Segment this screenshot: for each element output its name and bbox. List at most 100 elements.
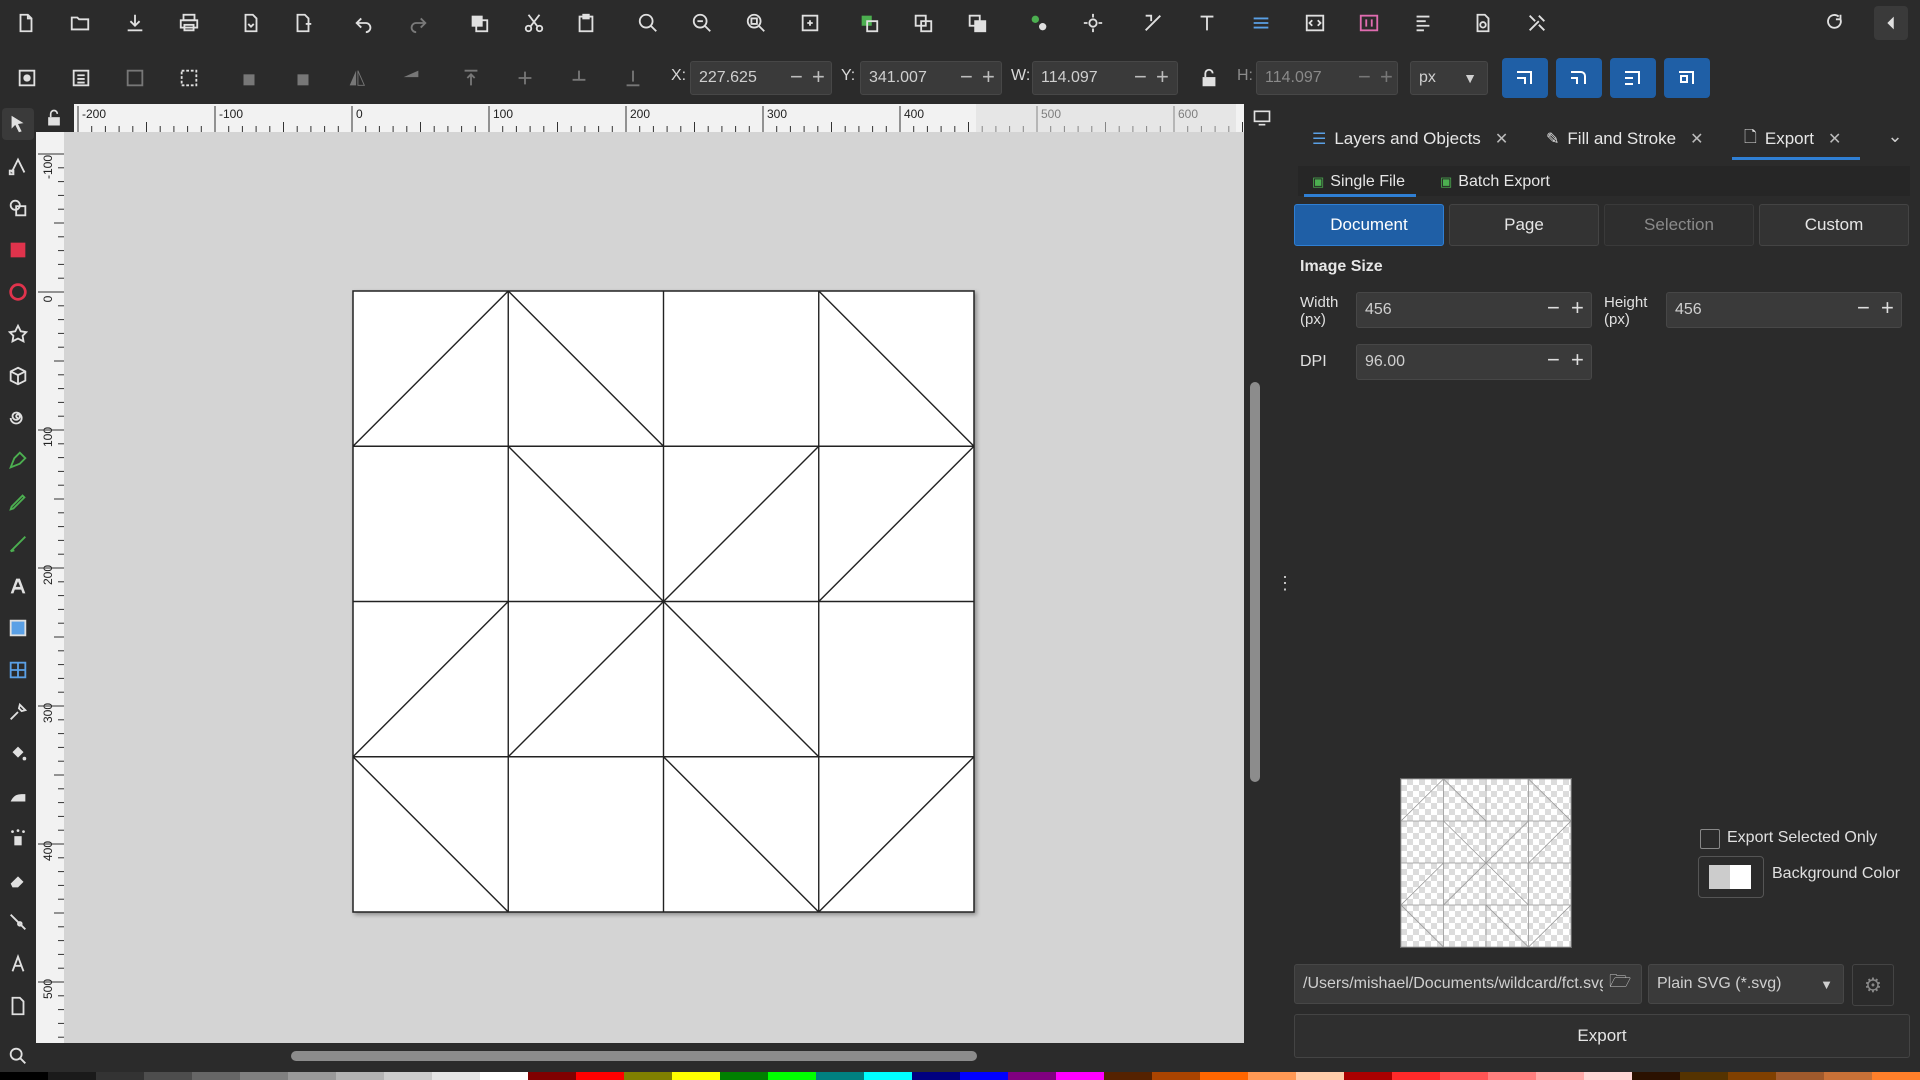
palette-swatch[interactable] <box>1104 1072 1152 1080</box>
shape-builder-icon[interactable] <box>2 192 34 224</box>
area-custom-button[interactable]: Custom <box>1759 204 1909 246</box>
selector-tool-icon[interactable] <box>2 108 34 140</box>
close-icon[interactable]: ✕ <box>1690 129 1703 149</box>
dock-resize-handle[interactable]: ⋮ <box>1276 574 1294 600</box>
spiral-tool-icon[interactable] <box>2 402 34 434</box>
open-file-icon[interactable] <box>63 6 97 40</box>
tab-export[interactable]: 🗋 Export ✕ <box>1744 118 1841 160</box>
palette-swatch[interactable] <box>240 1072 288 1080</box>
redo-icon[interactable] <box>401 6 435 40</box>
tab-fill-and-stroke[interactable]: ✎ Fill and Stroke ✕ <box>1546 118 1703 160</box>
palette-swatch[interactable] <box>1824 1072 1872 1080</box>
unit-select[interactable]: px ▼ <box>1410 61 1488 95</box>
export-selected-only-checkbox[interactable] <box>1700 829 1720 849</box>
raise-icon[interactable] <box>508 61 542 95</box>
palette-swatch[interactable] <box>1344 1072 1392 1080</box>
monitor-icon[interactable] <box>1252 108 1272 128</box>
dpi-decrement-icon[interactable]: − <box>1547 347 1560 373</box>
deselect-icon[interactable] <box>172 61 206 95</box>
palette-swatch[interactable] <box>528 1072 576 1080</box>
palette-swatch[interactable] <box>1440 1072 1488 1080</box>
zoom-fit-icon[interactable] <box>793 6 827 40</box>
pencil-tool-icon[interactable] <box>2 486 34 518</box>
height-increment-icon[interactable]: + <box>1881 295 1894 321</box>
background-color-button[interactable] <box>1698 856 1764 898</box>
document-properties-icon[interactable] <box>1466 6 1500 40</box>
palette-swatch[interactable] <box>1536 1072 1584 1080</box>
palette-swatch[interactable] <box>1584 1072 1632 1080</box>
vertical-scrollbar-thumb[interactable] <box>1250 382 1260 782</box>
scale-corners-icon[interactable] <box>1556 58 1602 98</box>
select-all-icon[interactable] <box>10 61 44 95</box>
palette-swatch[interactable] <box>864 1072 912 1080</box>
zoom-drawing-icon[interactable] <box>685 6 719 40</box>
palette-swatch[interactable] <box>1680 1072 1728 1080</box>
y-decrement-icon[interactable]: − <box>960 64 973 90</box>
subtab-batch-export[interactable]: ▣ Batch Export <box>1440 168 1550 196</box>
y-input[interactable]: 341.007 <box>860 61 1002 95</box>
symbols-icon[interactable] <box>1352 6 1386 40</box>
w-increment-icon[interactable]: + <box>1156 64 1169 90</box>
dropper-tool-icon[interactable] <box>2 696 34 728</box>
undo-icon[interactable] <box>347 6 381 40</box>
tabs-overflow-chevron-icon[interactable]: ⌄ <box>1880 126 1910 152</box>
cut-icon[interactable] <box>517 6 551 40</box>
command-palette-icon[interactable] <box>1818 6 1852 40</box>
width-decrement-icon[interactable]: − <box>1547 295 1560 321</box>
invert-selection-icon[interactable] <box>118 61 152 95</box>
palette-swatch[interactable] <box>1392 1072 1440 1080</box>
rotate-cw-icon[interactable] <box>286 61 320 95</box>
palette-swatch[interactable] <box>768 1072 816 1080</box>
canvas-area[interactable] <box>64 132 1262 1058</box>
raise-top-icon[interactable] <box>454 61 488 95</box>
dpi-increment-icon[interactable]: + <box>1571 347 1584 373</box>
palette-swatch[interactable] <box>1056 1072 1104 1080</box>
palette-swatch[interactable] <box>96 1072 144 1080</box>
zoom-selection-icon[interactable] <box>631 6 665 40</box>
layers-icon[interactable] <box>1244 6 1278 40</box>
ungroup-icon[interactable] <box>906 6 940 40</box>
area-page-button[interactable]: Page <box>1449 204 1599 246</box>
mesh-tool-icon[interactable] <box>2 654 34 686</box>
area-document-button[interactable]: Document <box>1294 204 1444 246</box>
move-patterns-icon[interactable] <box>1664 58 1710 98</box>
format-select[interactable]: Plain SVG (*.svg) ▼ <box>1648 964 1844 1004</box>
h-increment-icon[interactable]: + <box>1380 64 1393 90</box>
folder-icon[interactable]: 🗁 <box>1609 969 1631 999</box>
spray-tool-icon[interactable] <box>2 822 34 854</box>
w-decrement-icon[interactable]: − <box>1134 64 1147 90</box>
lower-bottom-icon[interactable] <box>616 61 650 95</box>
palette-swatch[interactable] <box>0 1072 48 1080</box>
tab-layers-and-objects[interactable]: ☰ Layers and Objects ✕ <box>1312 118 1508 160</box>
export-button[interactable]: Export <box>1294 1014 1910 1058</box>
measure-tool-icon[interactable] <box>2 948 34 980</box>
close-icon[interactable]: ✕ <box>1495 129 1508 149</box>
eraser-tool-icon[interactable] <box>2 864 34 896</box>
export-icon[interactable] <box>286 6 320 40</box>
palette-swatch[interactable] <box>672 1072 720 1080</box>
text-tool-icon[interactable] <box>2 570 34 602</box>
print-icon[interactable] <box>172 6 206 40</box>
preferences-icon[interactable] <box>1520 6 1554 40</box>
collapse-arrow-icon[interactable] <box>1874 6 1908 40</box>
h-decrement-icon[interactable]: − <box>1358 64 1371 90</box>
flip-vertical-icon[interactable] <box>394 61 428 95</box>
x-input[interactable]: 227.625 <box>690 61 832 95</box>
palette-swatch[interactable] <box>1776 1072 1824 1080</box>
color-palette[interactable] <box>0 1072 1920 1080</box>
bezier-pen-icon[interactable] <box>2 444 34 476</box>
import-icon[interactable] <box>234 6 268 40</box>
star-tool-icon[interactable] <box>2 318 34 350</box>
palette-swatch[interactable] <box>1872 1072 1920 1080</box>
palette-swatch[interactable] <box>1728 1072 1776 1080</box>
rotate-ccw-icon[interactable] <box>232 61 266 95</box>
close-icon[interactable]: ✕ <box>1828 129 1841 149</box>
select-all-layers-icon[interactable] <box>64 61 98 95</box>
palette-swatch[interactable] <box>1296 1072 1344 1080</box>
palette-swatch[interactable] <box>1248 1072 1296 1080</box>
transform-icon[interactable] <box>1076 6 1110 40</box>
ellipse-tool-icon[interactable] <box>2 276 34 308</box>
palette-swatch[interactable] <box>192 1072 240 1080</box>
paste-icon[interactable] <box>569 6 603 40</box>
node-green-icon[interactable] <box>1022 6 1056 40</box>
